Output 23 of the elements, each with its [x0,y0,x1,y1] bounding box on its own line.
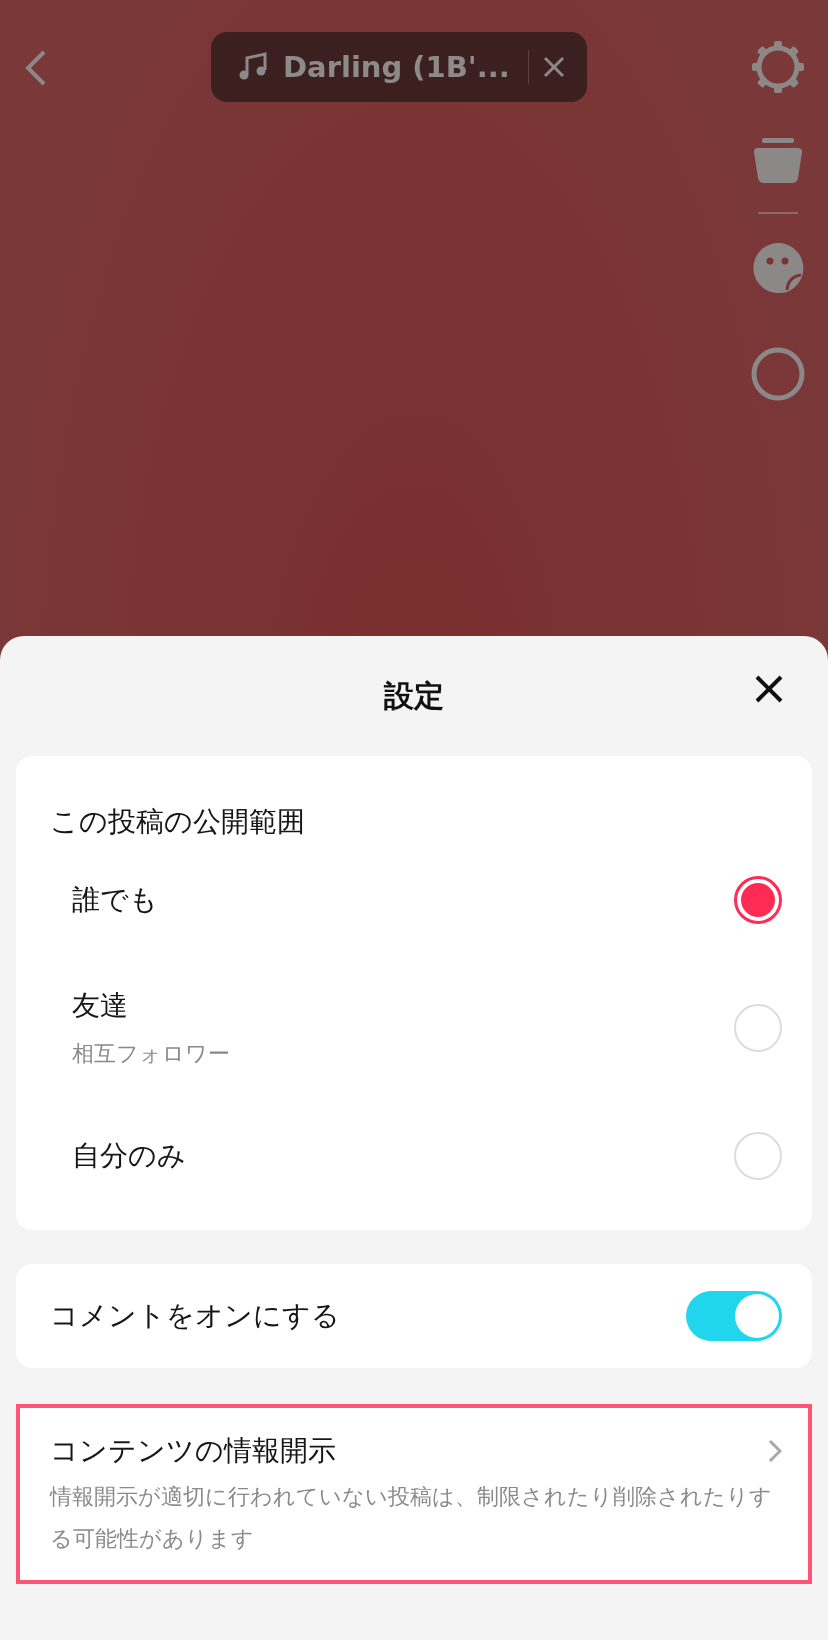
close-button[interactable] [754,674,784,704]
option-label: 誰でも [72,882,158,918]
visibility-heading: この投稿の公開範囲 [49,804,306,840]
music-pill[interactable]: Darling (1B'... [211,32,587,102]
option-label: 友達 [72,988,129,1024]
record-circle-icon[interactable] [750,346,806,402]
sticker-icon[interactable] [752,242,804,294]
back-button[interactable] [24,50,48,86]
chevron-right-icon [768,1439,782,1463]
disclosure-card[interactable]: コンテンツの情報開示 情報開示が適切に行われていない投稿は、制限されたり削除されたりする可能性があります [16,1404,812,1584]
music-title: Darling (1B'... [283,50,511,84]
disclosure-description: 情報開示が適切に行われていない投稿は、制限されたり削除されたりする可能性があります [50,1483,773,1553]
disclosure-title: コンテンツの情報開示 [50,1433,336,1469]
option-sublabel: 相互フォロワー [72,1040,230,1068]
close-icon[interactable] [543,56,565,78]
radio-button[interactable] [734,876,782,924]
settings-icon[interactable] [751,40,805,94]
comments-toggle[interactable] [686,1291,782,1341]
bucket-icon[interactable] [752,138,804,184]
music-note-icon [239,52,269,82]
option-label: 自分のみ [72,1138,186,1174]
comments-label: コメントをオンにする [50,1298,340,1334]
sheet-title: 設定 [384,676,444,715]
